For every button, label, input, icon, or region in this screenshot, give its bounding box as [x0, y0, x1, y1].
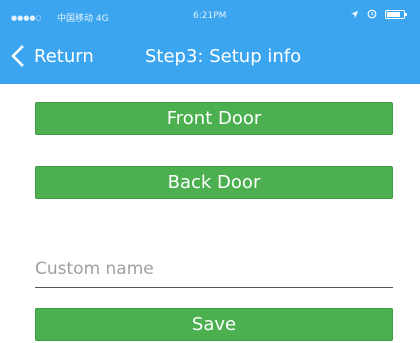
front-door-button[interactable]: Front Door: [35, 102, 393, 135]
page-title: Step3: Setup info: [145, 45, 302, 67]
status-icons: [350, 9, 407, 19]
custom-name-field-wrapper: [35, 252, 393, 288]
navigation-bar: Return Step3: Setup info: [0, 36, 420, 76]
location-icon: [350, 10, 359, 18]
status-time: 6:21PM: [193, 11, 227, 21]
chevron-left-icon: [11, 45, 24, 67]
return-button[interactable]: Return: [8, 40, 94, 72]
custom-name-input[interactable]: [35, 252, 393, 286]
return-label: Return: [34, 45, 94, 67]
save-button[interactable]: Save: [35, 308, 393, 341]
status-bar: ●●●●○ 中国移动 4G 6:21PM: [0, 0, 420, 32]
battery-icon: [385, 9, 407, 19]
back-door-button[interactable]: Back Door: [35, 166, 393, 199]
alarm-clock-icon: [367, 9, 377, 19]
app-header: ●●●●○ 中国移动 4G 6:21PM Return Step3: Setup…: [0, 0, 420, 84]
signal-strength-indicator: ●●●●○: [11, 14, 42, 22]
carrier-label: 中国移动 4G: [57, 14, 109, 24]
